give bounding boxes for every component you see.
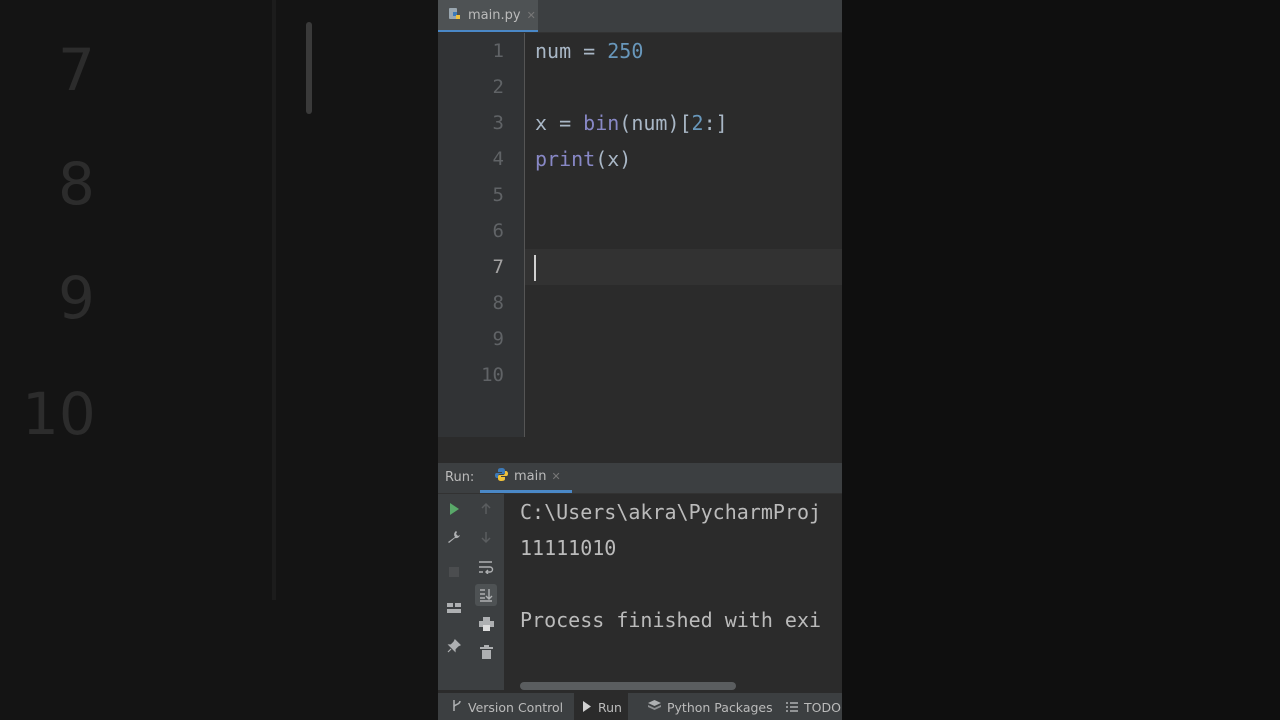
code-token: 2	[691, 111, 704, 135]
background-line-number: 7	[58, 36, 95, 104]
run-triangle-icon	[582, 700, 592, 715]
console-path-line: C:\Users\akra\PycharmProj	[520, 500, 822, 524]
layout-icon[interactable]	[443, 598, 465, 620]
wrench-icon[interactable]	[443, 526, 465, 548]
background-gutter-divider	[272, 0, 276, 600]
status-bar: Version Control Run Python Packages TODO	[438, 692, 842, 720]
branch-icon	[452, 699, 462, 715]
code-token: (num)[	[619, 111, 692, 135]
background-scrollbar	[306, 22, 312, 114]
current-line-highlight	[525, 249, 842, 285]
run-console[interactable]: C:\Users\akra\PycharmProj 11111010 Proce…	[504, 494, 842, 690]
panel-splitter[interactable]	[438, 437, 842, 463]
line-number: 2	[492, 76, 504, 98]
run-panel-title: Run:	[445, 470, 475, 485]
console-exit-line: Process finished with exi	[520, 608, 822, 632]
status-item-label: Python Packages	[667, 699, 773, 715]
trash-icon[interactable]	[475, 641, 497, 663]
code-line: num = 250	[535, 33, 643, 69]
code-token: print	[535, 147, 596, 171]
text-caret	[534, 255, 536, 281]
code-line: x = bin(num)[2:]	[535, 105, 728, 141]
status-item-todo[interactable]: TODO	[786, 693, 841, 720]
run-panel-header: Run: main ✕	[438, 463, 842, 494]
packages-icon	[648, 699, 661, 715]
scroll-to-end-icon[interactable]	[475, 584, 497, 606]
background-line-number: 10	[22, 380, 96, 448]
run-toolbar	[438, 494, 504, 690]
status-item-python-packages[interactable]: Python Packages	[648, 693, 773, 720]
status-item-run[interactable]: Run	[574, 693, 628, 720]
status-item-label: TODO	[804, 699, 841, 715]
horizontal-scrollbar[interactable]	[520, 682, 736, 690]
python-file-icon	[448, 6, 462, 25]
code-token: x =	[535, 111, 584, 135]
python-icon	[494, 467, 509, 486]
line-number: 9	[492, 328, 504, 350]
background-right	[842, 0, 1280, 720]
list-icon	[786, 700, 798, 715]
line-number: 6	[492, 220, 504, 242]
run-tab-label: main	[514, 469, 547, 484]
console-output-line: 11111010	[520, 536, 617, 560]
status-item-version-control[interactable]: Version Control	[452, 693, 563, 720]
run-icon[interactable]	[443, 498, 465, 520]
pin-icon[interactable]	[443, 635, 465, 657]
code-token: 250	[607, 39, 644, 63]
close-icon[interactable]: ✕	[527, 9, 536, 22]
down-arrow-icon[interactable]	[475, 526, 497, 548]
status-item-label: Run	[598, 699, 622, 715]
line-number-gutter: 1 2 3 4 5 6 7 8 9 10	[438, 33, 525, 437]
editor-tab-main-py[interactable]: main.py ✕	[438, 0, 538, 32]
soft-wrap-icon[interactable]	[475, 556, 497, 578]
editor-tab-bar: main.py ✕	[438, 0, 842, 33]
line-number: 8	[492, 292, 504, 314]
line-number: 1	[492, 40, 504, 62]
up-arrow-icon[interactable]	[475, 498, 497, 520]
code-token: (x)	[595, 147, 632, 171]
line-number: 3	[492, 112, 504, 134]
run-tab-main[interactable]: main ✕	[480, 463, 572, 493]
editor-tab-label: main.py	[468, 7, 521, 23]
code-line: print(x)	[535, 141, 631, 177]
background-blur-left: 7 8 9 10	[0, 0, 438, 720]
code-token: :]	[703, 111, 728, 135]
code-token: bin	[583, 111, 620, 135]
background-line-number: 9	[58, 264, 95, 332]
print-icon[interactable]	[475, 613, 497, 635]
code-editor[interactable]: 1 2 3 4 5 6 7 8 9 10 num = 250 x = bin(nu…	[438, 33, 842, 437]
ide-window: main.py ✕ 1 2 3 4 5 6 7 8 9 10 num = 250…	[438, 0, 842, 720]
background-line-number: 8	[58, 150, 95, 218]
close-icon[interactable]: ✕	[551, 470, 560, 483]
line-number: 4	[492, 148, 504, 170]
line-number-current: 7	[492, 256, 504, 278]
line-number: 5	[492, 184, 504, 206]
line-number: 10	[481, 364, 504, 386]
code-token: num =	[535, 39, 608, 63]
status-item-label: Version Control	[468, 699, 564, 715]
stop-icon[interactable]	[443, 561, 465, 583]
